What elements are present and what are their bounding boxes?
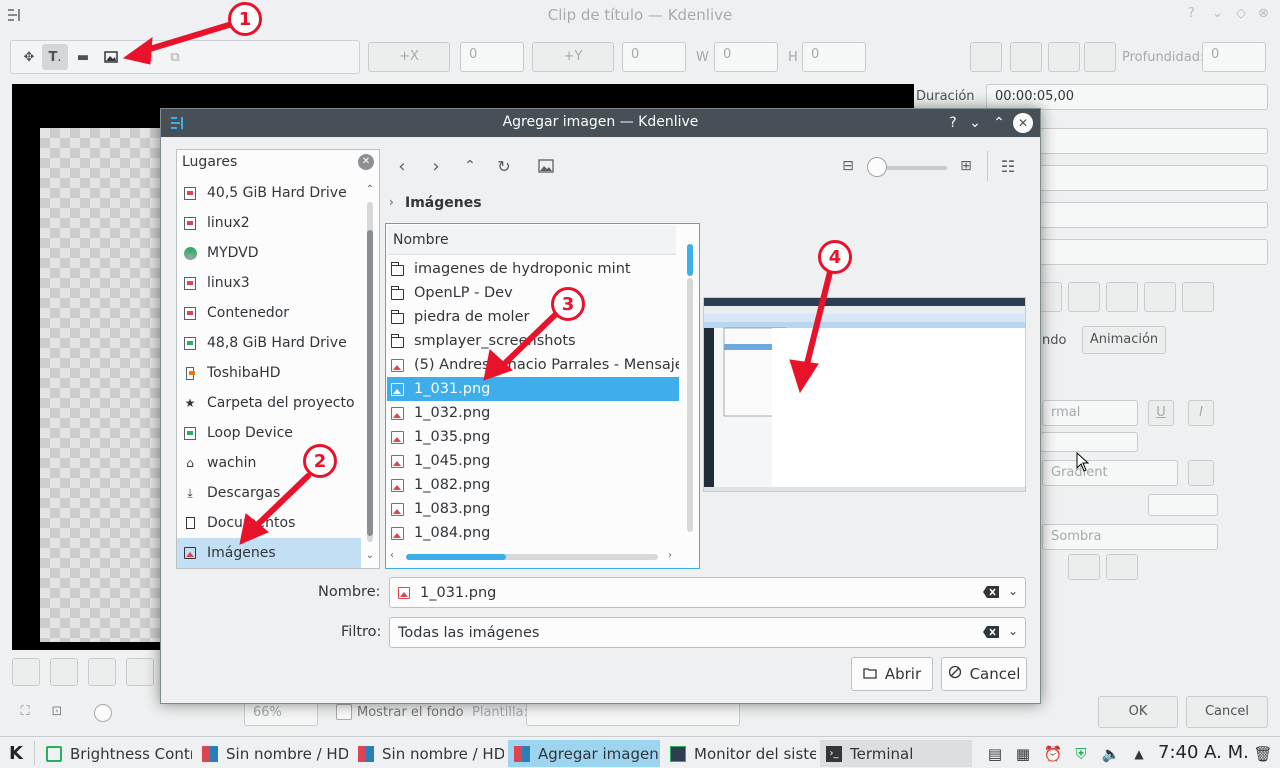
terminal-icon: ›_ bbox=[826, 745, 842, 762]
system-monitor-icon bbox=[670, 745, 686, 762]
mouse-cursor-icon bbox=[1076, 452, 1090, 472]
expand-tray-icon[interactable]: ▲ bbox=[1130, 745, 1148, 763]
task-terminal[interactable]: ›_ Terminal bbox=[820, 740, 972, 767]
trash-icon[interactable]: 🗑 bbox=[1253, 745, 1272, 763]
annotation-badge-1: 1 bbox=[228, 2, 262, 36]
taskbar-separator bbox=[34, 741, 35, 765]
task-kdenlive-2[interactable]: Sin nombre / HD bbox=[352, 740, 504, 767]
clipboard-icon[interactable]: ▤ bbox=[986, 745, 1004, 763]
security-shield-icon[interactable]: ⛨ bbox=[1072, 745, 1090, 763]
arrow-2-shaft bbox=[249, 473, 311, 533]
annotation-badge-2: 2 bbox=[303, 444, 337, 478]
taskbar: K Brightness Contr Sin nombre / HD Sin n… bbox=[0, 736, 1280, 768]
volume-icon[interactable]: 🔈 bbox=[1102, 745, 1121, 763]
notes-icon[interactable]: ▦ bbox=[1014, 745, 1032, 763]
kdenlive-app-icon bbox=[202, 745, 218, 762]
arrow-3-head bbox=[483, 349, 513, 381]
brightness-app-icon bbox=[46, 745, 62, 762]
task-brightness[interactable]: Brightness Contr bbox=[40, 740, 192, 767]
annotation-arrows bbox=[122, 21, 833, 545]
task-kdenlive-1[interactable]: Sin nombre / HD bbox=[196, 740, 348, 767]
alarm-clock-icon[interactable]: ⏰ bbox=[1044, 745, 1063, 763]
clock[interactable]: 7:40 A. M. bbox=[1158, 742, 1249, 763]
kdenlive-app-icon bbox=[358, 745, 374, 762]
app-launcher-icon[interactable]: K bbox=[4, 741, 28, 765]
arrow-4-shaft bbox=[803, 269, 833, 371]
arrow-3-shaft bbox=[497, 311, 559, 371]
task-system-monitor[interactable]: Monitor del siste bbox=[664, 740, 816, 767]
arrow-1-shaft bbox=[137, 21, 235, 55]
annotation-badge-3: 3 bbox=[551, 287, 585, 321]
kdenlive-app-icon bbox=[514, 745, 530, 762]
task-add-image[interactable]: Agregar imagen bbox=[508, 740, 660, 767]
annotation-badge-4: 4 bbox=[818, 240, 852, 274]
arrow-4-head bbox=[789, 359, 819, 394]
arrow-1-head bbox=[122, 36, 153, 65]
